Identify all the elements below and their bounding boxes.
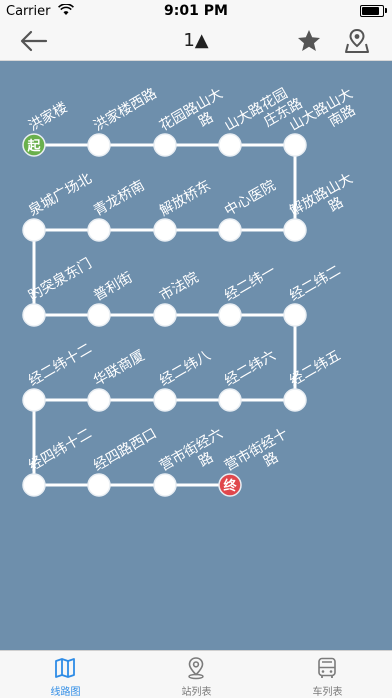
stop-marker[interactable] [283,133,307,157]
stop-label: 经二纬八 [157,348,213,390]
bus-icon [315,656,339,680]
route-title[interactable]: 1▲ [0,30,392,51]
stop-label: 经二纬六 [222,348,278,390]
stop-marker[interactable] [283,218,307,242]
stop-label: 解放桥东 [157,178,213,220]
tab-route-map[interactable]: 线路图 [0,651,131,698]
stop-marker[interactable] [153,218,177,242]
route-diagram: 起洪家楼 洪家楼西路花园路山大路 山大路花园庄东路山大路山大南路解放路山大路中心医院… [22,85,358,497]
stop-marker[interactable] [153,303,177,327]
stop-marker[interactable] [153,473,177,497]
stop-node[interactable]: 普利街 [87,270,135,327]
stop-node[interactable]: 市法院 [153,269,202,327]
navigation-bar: 1▲ [0,22,392,61]
stop-marker[interactable] [87,388,111,412]
star-icon[interactable] [296,28,322,54]
stop-label: 市法院 [157,269,202,305]
stop-label: 中心医院 [222,178,278,220]
stop-marker[interactable] [22,218,46,242]
stop-marker[interactable] [153,133,177,157]
stop-label: 青龙桥南 [91,178,147,220]
battery-icon [360,5,387,17]
stop-marker[interactable] [22,473,46,497]
stop-marker[interactable] [87,218,111,242]
stop-label: 华联商厦 [91,348,147,390]
stop-marker[interactable] [218,388,242,412]
stop-marker[interactable] [283,303,307,327]
stop-marker[interactable] [218,218,242,242]
stop-marker[interactable] [87,303,111,327]
stop-marker[interactable] [218,303,242,327]
stop-label: 洪家楼西路 [91,85,160,135]
map-pin-icon[interactable] [344,27,370,55]
clock: 9:01 PM [164,3,228,19]
stop-label: 经二纬一 [222,263,278,305]
end-badge: 终 [223,478,237,494]
stop-label: 经四纬十二 [26,426,95,475]
stop-marker[interactable] [218,133,242,157]
stop-label: 经二纬二 [287,263,343,305]
stop-label: 普利街 [91,270,135,305]
map-icon [53,656,77,680]
stop-marker[interactable] [22,303,46,327]
stop-marker[interactable] [283,388,307,412]
route-map: 起洪家楼 洪家楼西路 花园路山大路 山大路花园庄东路 山大路山大南路 解放路山大路 中心医院… [0,61,392,650]
stop-marker[interactable] [22,388,46,412]
tab-bus-list[interactable]: 车列表 [262,651,392,698]
location-pin-icon [184,656,208,680]
stop-label: 趵突泉东门 [26,255,95,305]
stop-marker[interactable] [87,133,111,157]
stop-node[interactable]: 经二纬二 [283,263,343,327]
tab-bar: 线路图 站列表 车列表 [0,650,392,698]
stop-marker[interactable] [87,473,111,497]
stop-node[interactable]: 经二纬五 [283,348,343,412]
stop-label: 经四路西口 [91,426,160,475]
start-badge: 起 [26,138,41,154]
stop-marker[interactable] [153,388,177,412]
stop-label: 泉城广场北 [26,170,95,220]
status-bar: Carrier 9:01 PM [0,0,392,22]
stop-node[interactable]: 起洪家楼 [22,99,71,157]
stop-label: 洪家楼 [26,99,71,135]
stop-label: 经二纬十二 [26,341,95,390]
tab-stop-list[interactable]: 站列表 [131,651,262,698]
stop-node[interactable]: 终营市街经十路 [218,425,299,497]
